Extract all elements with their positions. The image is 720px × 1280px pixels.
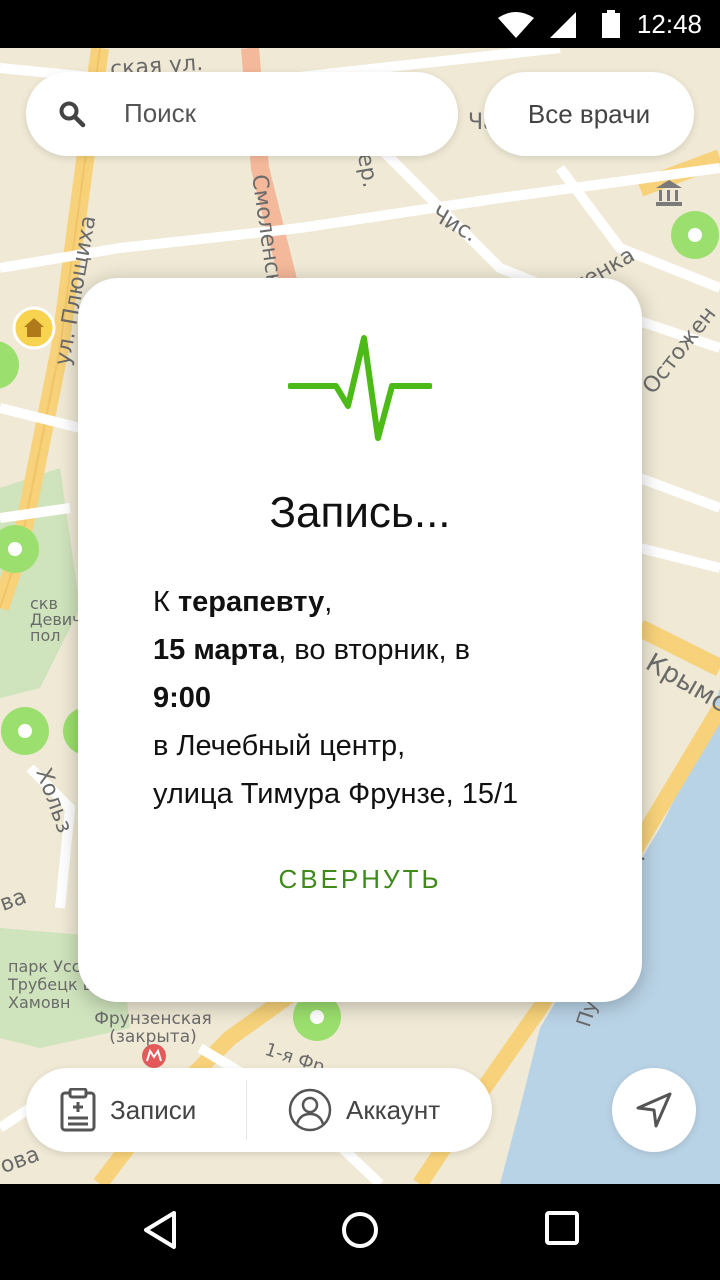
battery-icon [602, 10, 620, 38]
booking-dialog: Запись... К терапевту, 15 марта, во втор… [78, 278, 642, 1002]
records-tab[interactable]: Записи [60, 1068, 196, 1152]
clinic-marker-icon[interactable] [0, 524, 40, 574]
account-label: Аккаунт [346, 1094, 441, 1125]
details-text: К [153, 586, 178, 618]
clinic-marker-icon[interactable] [0, 340, 20, 390]
booking-time: 9:00 [153, 674, 593, 722]
my-location-button[interactable] [612, 1068, 696, 1152]
system-navigation-bar [0, 1184, 720, 1280]
clipboard-icon [60, 1088, 96, 1132]
museum-icon [656, 180, 682, 206]
dialog-title: Запись... [269, 488, 451, 537]
pulse-icon [288, 335, 432, 441]
metro-icon [142, 1044, 166, 1068]
clinic-marker-icon[interactable] [0, 706, 50, 756]
booking-date: 15 марта, во вторник, в [153, 626, 593, 674]
booking-address: улица Тимура Фрунзе, 15/1 [153, 778, 519, 810]
search-icon [59, 101, 86, 128]
all-doctors-button[interactable]: Все врачи [484, 72, 694, 156]
time-value: 9:00 [153, 682, 212, 714]
weekday-text: , во вторник, в [278, 634, 470, 666]
back-icon[interactable] [142, 1210, 178, 1250]
collapse-button[interactable]: СВЕРНУТЬ [78, 864, 642, 895]
booking-specialist: К терапевту, [153, 578, 593, 626]
booking-clinic: в Лечебный центр, [153, 730, 406, 762]
wifi-icon [498, 12, 534, 38]
recents-icon[interactable] [544, 1210, 580, 1246]
search-input[interactable]: Поиск [124, 98, 196, 129]
search-bar[interactable]: Поиск [26, 72, 458, 156]
date-value: 15 марта [153, 634, 279, 666]
specialist-name: терапевту [177, 586, 325, 618]
user-icon [288, 1088, 332, 1132]
nav-divider [246, 1080, 247, 1140]
booking-details: К терапевту, 15 марта, во вторник, в 9:0… [153, 578, 593, 818]
account-tab[interactable]: Аккаунт [288, 1068, 440, 1152]
details-text: , [324, 586, 333, 618]
status-bar: 12:48 [0, 0, 720, 48]
home-icon[interactable] [340, 1210, 380, 1250]
map-label-metro: Фрунзенская (закрыта) [94, 1009, 212, 1047]
bottom-navigation: Записи Аккаунт [26, 1068, 492, 1152]
clinic-marker-icon[interactable] [670, 210, 720, 260]
status-time: 12:48 [636, 9, 702, 39]
navigation-arrow-icon [636, 1092, 672, 1128]
signal-icon [550, 12, 576, 38]
records-label: Записи [110, 1094, 197, 1125]
